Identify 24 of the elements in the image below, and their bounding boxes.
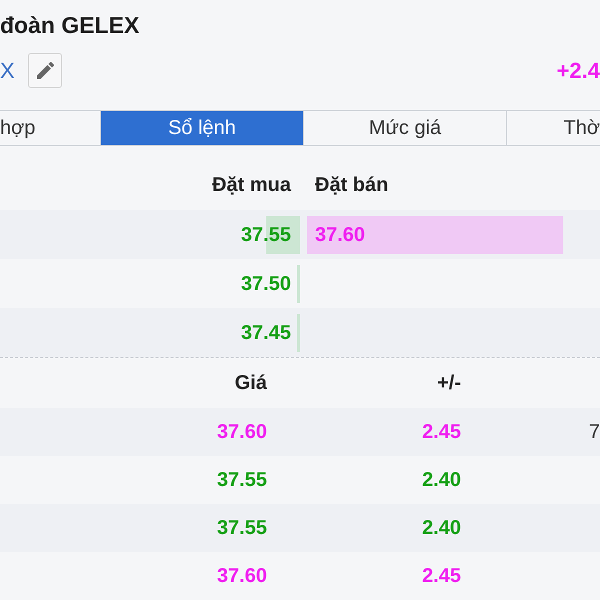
bid-price: 37.45: [240, 320, 291, 346]
trade-change: 2.40: [422, 517, 461, 539]
pencil-icon: [36, 62, 54, 78]
ask-price: 37.60: [315, 222, 366, 248]
column-header: Đặt mua: [212, 174, 291, 196]
page-title: đoàn GELEX: [0, 10, 140, 40]
trade-change: 2.45: [422, 421, 461, 443]
price-change: +2.4: [556, 56, 600, 84]
trade-change: 2.40: [422, 469, 461, 491]
bid-price: 37.50: [240, 272, 291, 296]
trade-price: 37.60: [216, 421, 267, 443]
trade-change: 2.45: [422, 565, 461, 587]
trade-price: 37.60: [216, 565, 267, 587]
trade-volume: 7: [588, 421, 600, 443]
column-header: +/-: [437, 372, 461, 394]
bid-price: 37.55: [240, 222, 291, 248]
tab[interactable]: hợp: [0, 111, 101, 145]
column-header: Giá: [234, 372, 267, 394]
trade-price: 37.55: [216, 517, 267, 539]
trade-price: 37.55: [216, 469, 267, 491]
column-header: Đặt bán: [315, 174, 388, 196]
edit-button[interactable]: [28, 52, 62, 88]
tab[interactable]: Sổ lệnh: [101, 111, 304, 145]
stock-symbol: X: [0, 56, 16, 84]
